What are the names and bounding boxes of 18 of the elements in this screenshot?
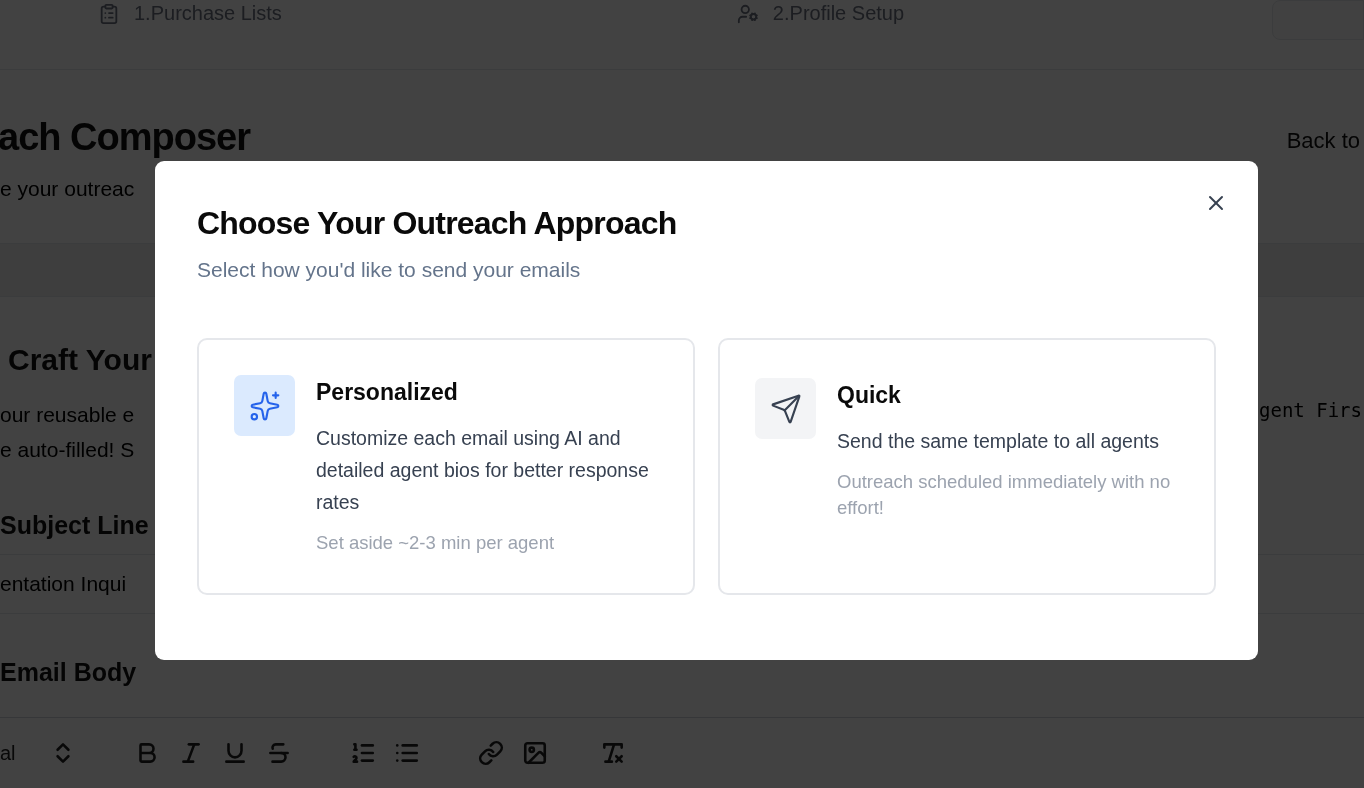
page-subtitle: e your outreac [0,176,136,201]
field-label: Email Body [0,658,138,687]
modal-subtitle: Select how you'd like to send your emails [197,258,582,282]
option-title: Quick [837,382,902,409]
option-description: Send the same template to all agents [837,429,1160,454]
section-title: Craft Your [8,343,153,377]
option-description: Customize each email using AI and detailed agent bios for better response rates [316,426,650,515]
send-icon [755,378,816,439]
option-card[interactable]: Quick Send the same template to all agents Outreach scheduled immediately with no effort! [718,338,1216,595]
section-text: e auto-filled! S [0,437,135,463]
option-note: Outreach scheduled immediately with no effort! [837,470,1172,520]
field-label: Subject Line [0,511,150,540]
option-note: Set aside ~2-3 min per agent [316,531,556,555]
option-card[interactable]: Personalized Customize each email using AI and detailed agent bios for better response rates Set aside ~2-3 min per agent [197,338,695,595]
option-title: Personalized [316,379,459,406]
section-text: our reusable e [0,402,135,428]
sparkles-icon [234,375,295,436]
modal-title: Choose Your Outreach Approach [197,205,678,242]
